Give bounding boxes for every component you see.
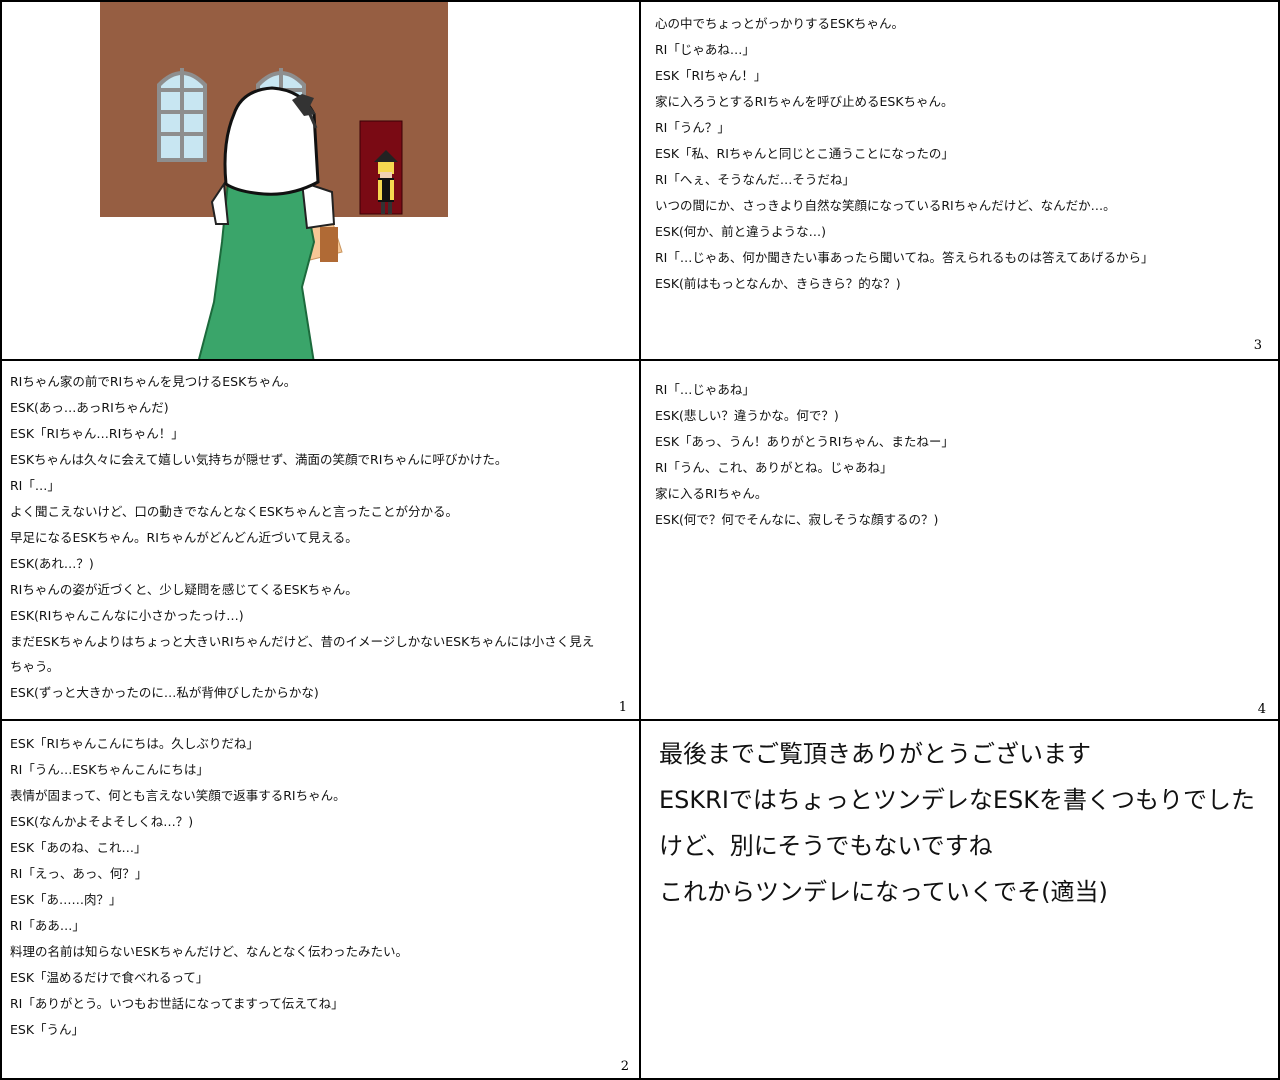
panel-4: RI「…じゃあね」 ESK(悲しい？違うかな。何で？) ESK「あっ、うん！ありがと… bbox=[639, 359, 1280, 721]
text-line: ESK「温めるだけで食べれるって」 bbox=[10, 970, 209, 985]
page-number-3: 3 bbox=[1253, 338, 1262, 353]
text-line: ちゃう。 bbox=[10, 659, 60, 674]
text-line: RIちゃん家の前でRIちゃんを見つけるESKちゃん。 bbox=[10, 374, 297, 389]
text-line: けど、別にそうでもないですね bbox=[659, 832, 993, 860]
text-line: ESKちゃんは久々に会えて嬉しい気持ちが隠せず、満面の笑顔でRIちゃんに呼びかけ… bbox=[10, 452, 508, 467]
text-line: まだESKちゃんよりはちょっと大きいRIちゃんだけど、昔のイメージしかないESK… bbox=[10, 634, 595, 649]
text-line: ESK(悲しい？違うかな。何で？) bbox=[655, 408, 839, 423]
text-line: これからツンデレになっていくでそ(適当) bbox=[659, 878, 1108, 906]
text-line: RI「へぇ、そうなんだ…そうだね」 bbox=[655, 172, 855, 187]
page-number-4: 4 bbox=[1257, 702, 1266, 717]
panel-2: ESK「RIちゃんこんにちは。久しぶりだね」 RI「うん…ESKちゃんこんにちは」… bbox=[0, 719, 641, 1080]
house-scene-illustration bbox=[100, 2, 448, 359]
text-line: 早足になるESKちゃん。RIちゃんがどんどん近づいて見える。 bbox=[10, 530, 358, 545]
panel-illustration bbox=[0, 0, 641, 361]
text-line: RI「うん？」 bbox=[655, 120, 730, 135]
text-line: ESK(ずっと大きかったのに…私が背伸びしたからかな) bbox=[10, 685, 319, 700]
panel-1: RIちゃん家の前でRIちゃんを見つけるESKちゃん。 ESK(あっ…あっRIちゃん… bbox=[0, 359, 641, 721]
panel-afterword: 最後までご覧頂きありがとうございます ESKRIではちょっとツンデレなESKを書く… bbox=[639, 719, 1280, 1080]
text-line: ESK「うん」 bbox=[10, 1022, 85, 1037]
text-line: ESK(何か、前と違うような…) bbox=[655, 224, 827, 239]
text-line: ESK(あっ…あっRIちゃんだ) bbox=[10, 400, 169, 415]
text-line: ESK(前はもっとなんか、きらきら？的な？) bbox=[655, 276, 901, 291]
text-line: ESK(何で？何でそんなに、寂しそうな顔するの？) bbox=[655, 512, 939, 527]
page-number-1: 1 bbox=[618, 700, 627, 715]
text-line: ESK「私、RIちゃんと同じとこ通うことになったの」 bbox=[655, 146, 954, 161]
text-line: ESK「RIちゃん！」 bbox=[655, 68, 767, 83]
text-line: ESKRIではちょっとツンデレなESKを書くつもりでした bbox=[659, 786, 1256, 814]
window-left bbox=[157, 68, 207, 162]
text-line: ESK「RIちゃん…RIちゃん！」 bbox=[10, 426, 184, 441]
text-line: 家に入るRIちゃん。 bbox=[655, 486, 768, 501]
text-line: RI「…じゃあ、何か聞きたい事あったら聞いてね。答えられるものは答えてあげるから… bbox=[655, 250, 1154, 265]
text-line: 家に入ろうとするRIちゃんを呼び止めるESKちゃん。 bbox=[655, 94, 954, 109]
text-line: ESK(RIちゃんこんなに小さかったっけ…) bbox=[10, 608, 244, 623]
text-line: 心の中でちょっとがっかりするESKちゃん。 bbox=[655, 16, 905, 31]
text-line: RIちゃんの姿が近づくと、少し疑問を感じてくるESKちゃん。 bbox=[10, 582, 358, 597]
page-number-2: 2 bbox=[620, 1059, 629, 1074]
text-line: RI「うん…ESKちゃんこんにちは」 bbox=[10, 762, 209, 777]
text-line: RI「ああ…」 bbox=[10, 918, 85, 933]
text-line: いつの間にか、さっきより自然な笑顔になっているRIちゃんだけど、なんだか…。 bbox=[655, 198, 1116, 213]
text-line: ESK(なんかよそよそしくね…？) bbox=[10, 814, 194, 829]
text-line: ESK「あっ、うん！ありがとうRIちゃん、またねー」 bbox=[655, 434, 954, 449]
text-line: RI「…じゃあね」 bbox=[655, 382, 755, 397]
text-line: ESK「あ……肉？」 bbox=[10, 892, 122, 907]
text-line: RI「えっ、あっ、何？」 bbox=[10, 866, 148, 881]
text-line: 料理の名前は知らないESKちゃんだけど、なんとなく伝わったみたい。 bbox=[10, 944, 409, 959]
text-line: ESK「あのね、これ…」 bbox=[10, 840, 147, 855]
manga-page: 心の中でちょっとがっかりするESKちゃん。 RI「じゃあね…」 ESK「RIちゃん！… bbox=[0, 0, 1280, 1080]
text-line: 表情が固まって、何とも言えない笑顔で返事するRIちゃん。 bbox=[10, 788, 346, 803]
text-line: RI「ありがとう。いつもお世話になってますって伝えてね」 bbox=[10, 996, 344, 1011]
panel-3: 心の中でちょっとがっかりするESKちゃん。 RI「じゃあね…」 ESK「RIちゃん！… bbox=[639, 0, 1280, 361]
text-line: RI「うん、これ、ありがとね。じゃあね」 bbox=[655, 460, 893, 475]
text-line: よく聞こえないけど、口の動きでなんとなくESKちゃんと言ったことが分かる。 bbox=[10, 504, 459, 519]
text-line: RI「…」 bbox=[10, 478, 60, 493]
text-line: ESK(あれ…？) bbox=[10, 556, 94, 571]
text-line: RI「じゃあね…」 bbox=[655, 42, 755, 57]
text-line: ESK「RIちゃんこんにちは。久しぶりだね」 bbox=[10, 736, 259, 751]
text-line: 最後までご覧頂きありがとうございます bbox=[659, 740, 1091, 768]
